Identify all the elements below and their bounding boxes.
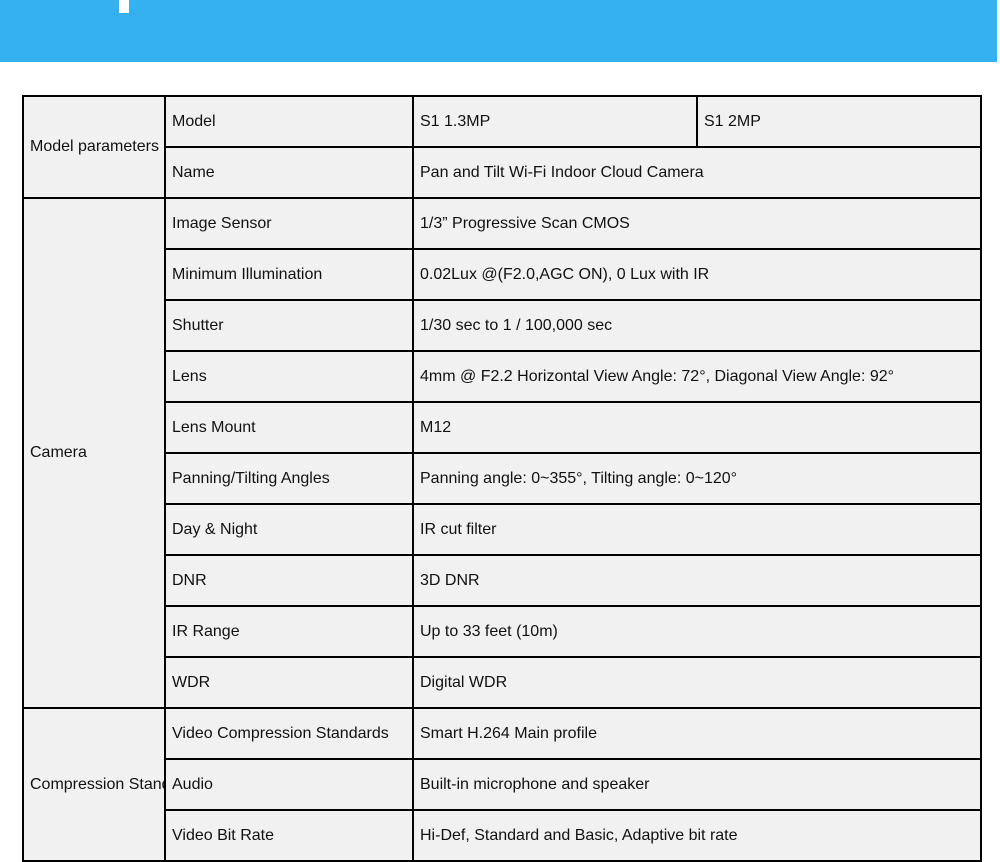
spec-table-container: Model parameters Model S1 1.3MP S1 2MP Name P… [22,95,982,862]
section-label: Camera [22,197,166,709]
table-row: Model parameters Model S1 1.3MP S1 2MP [22,95,982,199]
parameter-value-cell: 1/3” Progressive Scan CMOS [412,197,982,250]
parameter-value-cell: 3D DNR [412,554,982,607]
parameter-value-cell: Up to 33 feet (10m) [412,605,982,658]
parameter-name-cell: Name [164,146,414,199]
table-row: DNR 3D DNR [23,554,982,607]
parameter-name-cell: Video Compression Standards [164,707,414,760]
top-banner [0,0,997,62]
parameter-name-cell: Lens [164,350,414,403]
parameter-name-cell: Minimum Illumination [164,248,414,301]
table-row: Shutter 1/30 sec to 1 / 100,000 sec [23,299,982,352]
table-row: Day & Night IR cut filter [23,503,982,556]
parameter-name-cell: Audio [164,758,414,811]
parameter-value-cell: Pan and Tilt Wi-Fi Indoor Cloud Camera [412,146,982,199]
table-row: Audio Built-in microphone and speaker [23,758,982,811]
parameter-name-cell: Video Bit Rate [164,809,414,862]
parameter-value-cell: 0.02Lux @(F2.0,AGC ON), 0 Lux with IR [412,248,982,301]
table-row: Minimum Illumination 0.02Lux @(F2.0,AGC O… [23,248,982,301]
parameter-name-cell: Day & Night [164,503,414,556]
parameter-name-cell: IR Range [164,605,414,658]
parameter-value-cell: Digital WDR [412,656,982,709]
parameter-value-cell: Hi-Def, Standard and Basic, Adaptive bit… [412,809,982,862]
table-row: WDR Digital WDR [23,656,982,709]
table-row: Lens Mount M12 [23,401,982,454]
parameter-value-cell-secondary: S1 2MP [696,95,982,148]
table-row: IR Range Up to 33 feet (10m) [23,605,982,658]
table-row: Name Pan and Tilt Wi-Fi Indoor Cloud Came… [23,146,982,199]
parameter-name-cell: DNR [164,554,414,607]
parameter-name-cell: Image Sensor [164,197,414,250]
table-row: Compression StandardVideo Compression St… [22,707,982,862]
section-label: Model parameters [22,95,166,199]
parameter-value-cell: IR cut filter [412,503,982,556]
parameter-name-cell: Panning/Tilting Angles [164,452,414,505]
parameter-value-cell: 1/30 sec to 1 / 100,000 sec [412,299,982,352]
table-row: Camera Image Sensor 1/3” Progressive Scan … [22,197,982,709]
table-row: Panning/Tilting Angles Panning angle: 0~3… [23,452,982,505]
section-label: Compression Standard [22,707,166,862]
parameter-value-cell: Smart H.264 Main profile [412,707,982,760]
parameter-value-cell: S1 1.3MP [412,95,698,148]
specification-table: Model parameters Model S1 1.3MP S1 2MP Name P… [22,95,982,862]
parameter-name-cell: Shutter [164,299,414,352]
table-row: Lens 4mm @ F2.2 Horizontal View Angle: 72… [23,350,982,403]
spec-table-body: Model parameters Model S1 1.3MP S1 2MP Name P… [22,95,982,862]
table-row: Video Bit Rate Hi-Def, Standard and Basic… [23,809,982,862]
parameter-name-cell: Lens Mount [164,401,414,454]
parameter-name-cell: Model [164,95,414,148]
parameter-value-cell: 4mm @ F2.2 Horizontal View Angle: 72°, D… [412,350,982,403]
banner-logo-mark [119,0,129,13]
parameter-value-cell: Built-in microphone and speaker [412,758,982,811]
parameter-value-cell: M12 [412,401,982,454]
parameter-name-cell: WDR [164,656,414,709]
parameter-value-cell: Panning angle: 0~355°, Tilting angle: 0~… [412,452,982,505]
